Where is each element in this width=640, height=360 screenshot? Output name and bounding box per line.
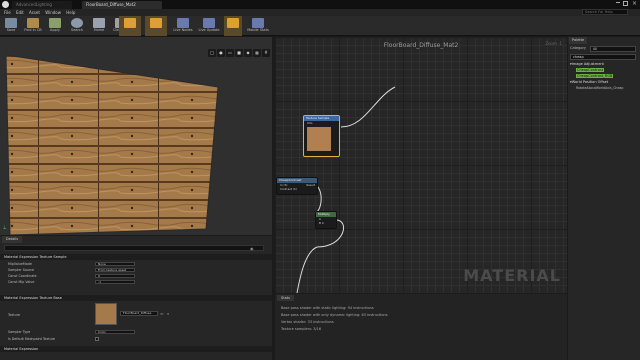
const-coordinate-input[interactable]: 0 bbox=[95, 274, 135, 278]
minimize-button[interactable] bbox=[616, 2, 620, 3]
palette-panel: Palette Category All cheap ▾Image Adjust… bbox=[568, 37, 640, 360]
search-help-input[interactable]: Search For Help bbox=[582, 9, 628, 15]
menu-bar: File Edit Asset Window Help bbox=[0, 9, 640, 16]
shape-plane-icon[interactable]: ▭ bbox=[226, 49, 234, 57]
save-icon bbox=[5, 18, 17, 28]
contrast-pin[interactable]: Contrast (S) bbox=[277, 187, 317, 191]
shape-cube-icon[interactable]: ■ bbox=[235, 49, 243, 57]
apply-button[interactable]: Apply bbox=[44, 16, 66, 36]
sampler-type-select[interactable]: Color bbox=[95, 330, 135, 334]
details-panel: Details ◉ Material Expression Texture Sa… bbox=[0, 236, 272, 360]
category-header[interactable]: ▾World Position Offset bbox=[570, 80, 608, 84]
grid-icon[interactable]: # bbox=[262, 49, 270, 57]
detail-row: Sampler Type Color bbox=[0, 329, 272, 335]
menu-window[interactable]: Window bbox=[45, 10, 61, 15]
live-nodes-button[interactable]: Live Nodes bbox=[172, 16, 194, 36]
detail-row: Is Default Meshpaint Texture bbox=[0, 336, 272, 342]
palette-tab[interactable]: Palette bbox=[569, 37, 588, 44]
sampler-source-select[interactable]: From texture asset bbox=[95, 268, 135, 272]
detail-row: Const Mip Value -1 bbox=[0, 279, 272, 285]
close-icon[interactable]: × bbox=[632, 0, 637, 7]
category-header[interactable]: ▾Image Adjustment bbox=[570, 62, 604, 66]
apply-icon bbox=[49, 18, 61, 28]
details-tab[interactable]: Details bbox=[2, 236, 23, 243]
menu-asset[interactable]: Asset bbox=[29, 10, 40, 15]
home-button[interactable]: Home bbox=[88, 16, 110, 36]
hide-unused-button[interactable] bbox=[224, 16, 242, 36]
shape-cylinder-icon[interactable]: ◯ bbox=[208, 49, 216, 57]
axis-gizmo-icon: ⟂ bbox=[3, 225, 7, 231]
stat-line: Vertex shader: 33 instructions bbox=[281, 320, 334, 324]
palette-search-input[interactable]: cheap bbox=[570, 54, 636, 60]
palette-item-cheapcontrast[interactable]: CheapContrast bbox=[576, 68, 605, 72]
multiply-node[interactable]: Multiply A B 0 bbox=[315, 211, 337, 229]
result-pin[interactable]: Result bbox=[306, 183, 315, 187]
eye-icon[interactable]: ◉ bbox=[250, 246, 254, 251]
hide-unused-icon bbox=[227, 18, 239, 28]
viewport-toolbar: ◯ ● ▭ ■ ◆ ▦ # bbox=[207, 39, 270, 57]
realtime-icon[interactable]: ▦ bbox=[253, 49, 261, 57]
mip-value-mode-select[interactable]: None bbox=[95, 262, 135, 266]
live-nodes-icon bbox=[177, 18, 189, 28]
texture-thumbnail[interactable] bbox=[95, 303, 117, 325]
detail-row: Texture FloorBoard_Diffuse ⇦ ⌕ bbox=[0, 303, 272, 327]
live-preview-icon bbox=[150, 18, 162, 28]
category-label: Category bbox=[570, 46, 586, 50]
mobile-stats-icon bbox=[252, 18, 264, 28]
find-in-cb-icon bbox=[27, 18, 39, 28]
shape-sphere-icon[interactable]: ● bbox=[217, 49, 225, 57]
live-update-icon bbox=[203, 18, 215, 28]
const-mip-value-input[interactable]: -1 bbox=[95, 280, 135, 284]
cheap-contrast-node[interactable]: CheapContrast In (S) Contrast (S) Result bbox=[276, 177, 318, 195]
stat-line: Base pass shader with only dynamic light… bbox=[281, 313, 388, 317]
mobile-stats-button[interactable]: Mobile Stats bbox=[246, 16, 270, 36]
material-graph[interactable]: FloorBoard_Diffuse_Mat2 Zoom -1 Texture … bbox=[275, 37, 567, 293]
texture-preview bbox=[307, 127, 331, 151]
home-icon bbox=[93, 18, 105, 28]
title-bar: AdvancedLighting FloorBoard_Diffuse_Mat2… bbox=[0, 0, 640, 9]
section-header[interactable]: Material Expression bbox=[0, 346, 272, 352]
browse-icon[interactable]: ⌕ bbox=[167, 311, 169, 317]
menu-help[interactable]: Help bbox=[66, 10, 75, 15]
material-watermark: MATERIAL bbox=[463, 266, 561, 285]
toolbar: Save Find in CB Apply Search Home Clean … bbox=[0, 16, 640, 36]
live-preview-button[interactable] bbox=[145, 16, 167, 36]
maximize-button[interactable] bbox=[623, 1, 628, 6]
connectors-icon bbox=[124, 18, 136, 28]
connectors-button[interactable] bbox=[119, 16, 141, 36]
stats-panel: Stats Base pass shader with static light… bbox=[275, 294, 567, 360]
uvs-pin[interactable]: UVs bbox=[304, 121, 339, 125]
save-button[interactable]: Save bbox=[0, 16, 22, 36]
palette-item-rotate-about-world-axis[interactable]: RotateAboutWorldAxis_Cheap bbox=[576, 86, 623, 90]
menu-edit[interactable]: Edit bbox=[16, 10, 24, 15]
section-header[interactable]: Material Expression Texture Sample bbox=[0, 254, 272, 260]
tab-advanced-lighting[interactable]: AdvancedLighting bbox=[12, 1, 72, 9]
details-search-input[interactable] bbox=[4, 245, 264, 251]
preview-viewport[interactable]: ◯ ● ▭ ■ ◆ ▦ # ⟂ bbox=[0, 37, 272, 235]
menu-file[interactable]: File bbox=[4, 10, 11, 15]
live-update-button[interactable]: Live Update bbox=[198, 16, 220, 36]
use-selected-icon[interactable]: ⇦ bbox=[160, 311, 163, 317]
unreal-logo-icon bbox=[2, 1, 9, 8]
wood-plane-preview bbox=[5, 54, 219, 235]
b-pin[interactable]: B 0 bbox=[316, 221, 336, 225]
category-select[interactable]: All bbox=[590, 46, 636, 52]
find-in-cb-button[interactable]: Find in CB bbox=[22, 16, 44, 36]
stat-line: Base pass shader with static lighting: 9… bbox=[281, 306, 374, 310]
palette-item-cheapcontrast-rgb[interactable]: CheapContrast_RGB bbox=[576, 74, 614, 78]
shape-mesh-icon[interactable]: ◆ bbox=[244, 49, 252, 57]
stat-line: Texture samplers: 3/16 bbox=[281, 327, 322, 331]
search-button[interactable]: Search bbox=[66, 16, 88, 36]
wire-layer bbox=[296, 86, 396, 293]
default-meshpaint-checkbox[interactable] bbox=[95, 337, 99, 341]
tab-floorboard-material[interactable]: FloorBoard_Diffuse_Mat2 bbox=[82, 1, 162, 9]
section-header[interactable]: Material Expression Texture Base bbox=[0, 295, 272, 301]
search-icon bbox=[71, 18, 83, 28]
texture-asset-select[interactable]: FloorBoard_Diffuse bbox=[120, 311, 158, 316]
stats-tab[interactable]: Stats bbox=[277, 295, 294, 301]
texture-sample-node[interactable]: Texture Sample UVs bbox=[303, 115, 340, 157]
